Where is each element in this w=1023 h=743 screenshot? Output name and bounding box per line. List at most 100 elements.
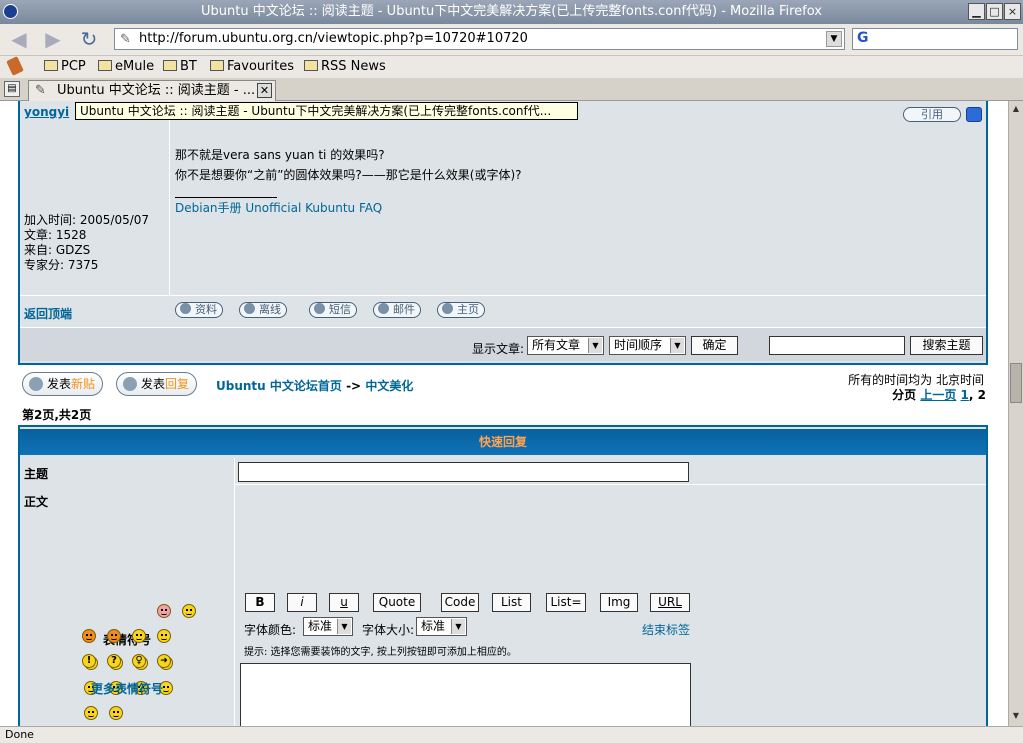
bookmark-folder-emule[interactable]: eMule (98, 59, 154, 75)
page-content: yongyi 加入时间: 2005/05/07 文章: 1528 来自: GDZ… (0, 101, 1008, 726)
code-tag-button[interactable]: Code (441, 593, 479, 612)
message-textarea[interactable] (240, 663, 691, 726)
rolleyes-icon[interactable] (132, 629, 146, 643)
author-from: 来自: GDZS (24, 243, 91, 257)
status-bar: Done (0, 726, 1023, 743)
bold-button[interactable]: B (245, 593, 275, 612)
url-text: http://forum.ubuntu.org.cn/viewtopic.php… (139, 31, 528, 46)
reload-icon[interactable]: ↻ (76, 28, 102, 52)
email-button[interactable]: 邮件 (373, 302, 421, 318)
new-tab-icon[interactable]: ▤ (4, 81, 20, 97)
post-body-column: 那不就是vera sans yuan ti 的效果吗? 你不是想要你“之前”的圆… (171, 101, 986, 295)
post-actions-row: 返回顶端 资料 离线 短信 邮件 主页 (20, 295, 986, 325)
tab-bar: ▤ ✎ Ubuntu 中文论坛 :: 阅读主题 - ... ✕ (0, 78, 1023, 101)
post-author[interactable]: yongyi (24, 105, 69, 119)
profile-button[interactable]: 资料 (175, 302, 223, 318)
breadcrumb-subforum-link[interactable]: 中文美化 (365, 379, 413, 393)
folder-icon (210, 60, 224, 71)
list-tag-button[interactable]: List (492, 593, 531, 612)
author-points: 专家分: 7375 (24, 258, 99, 272)
chevron-down-icon: ▼ (451, 619, 465, 634)
status-text: Done (5, 728, 34, 741)
idea-icon[interactable]: ♀ (132, 654, 146, 668)
post-author-column: yongyi 加入时间: 2005/05/07 文章: 1528 来自: GDZ… (20, 101, 170, 295)
url-tag-button[interactable]: URL (650, 593, 690, 612)
format-hint: 提示: 选择您需要装饰的文字, 按上列按钮即可添加上相应的。 (244, 647, 517, 658)
close-tags-link[interactable]: 结束标签 (642, 621, 690, 638)
back-to-top-link[interactable]: 返回顶端 (24, 305, 72, 322)
scroll-down-icon[interactable]: ▼ (1010, 709, 1022, 723)
tab-tooltip: Ubuntu 中文论坛 :: 阅读主题 - Ubuntu下中文完美解决方案(已上… (75, 102, 578, 120)
vertical-scrollbar[interactable]: ▲ ▼ (1008, 101, 1023, 726)
arrow-icon[interactable]: ➜ (157, 654, 171, 668)
page-1-link[interactable]: 1 (961, 388, 969, 402)
window-titlebar: Ubuntu 中文论坛 :: 阅读主题 - Ubuntu下中文完美解决方案(已上… (0, 0, 1023, 24)
edit-icon[interactable] (966, 107, 982, 122)
font-color-select[interactable]: 标准 ▼ (303, 617, 353, 636)
forward-arrow-icon[interactable]: ▶ (40, 28, 66, 52)
page-2-current: , 2 (968, 388, 986, 402)
evil-icon[interactable] (82, 629, 96, 643)
email-icon (378, 303, 389, 314)
reply-button[interactable]: 发表回复 (116, 372, 197, 396)
minimize-button[interactable]: ▁ (968, 3, 985, 20)
razz-icon[interactable] (109, 706, 123, 720)
sort-label: 显示文章: (472, 342, 525, 356)
font-color-label: 字体颜色: (244, 623, 297, 637)
wink-icon[interactable] (157, 629, 171, 643)
scroll-up-icon[interactable]: ▲ (1010, 102, 1022, 116)
homepage-button[interactable]: 主页 (437, 302, 485, 318)
order-select[interactable]: 时间顺序 ▼ (609, 336, 686, 355)
sort-ok-button[interactable]: 确定 (691, 336, 738, 355)
new-topic-button[interactable]: 发表新贴 (22, 372, 103, 396)
prev-page-link[interactable]: 上一页 (920, 388, 956, 402)
bookmark-manager-icon[interactable] (6, 56, 24, 76)
bookmark-folder-rss-news[interactable]: RSS News (304, 59, 386, 75)
profile-icon (180, 303, 191, 314)
subject-label: 主题 (24, 467, 49, 481)
mad-icon[interactable] (84, 706, 98, 720)
bookmark-folder-bt[interactable]: BT (163, 59, 197, 75)
img-tag-button[interactable]: Img (600, 593, 638, 612)
close-window-button[interactable]: × (1004, 3, 1021, 20)
pencil-icon (123, 377, 137, 391)
folder-icon (163, 60, 177, 71)
filter-select[interactable]: 所有文章 ▼ (527, 336, 604, 355)
post-line: 那不就是vera sans yuan ti 的效果吗? (175, 148, 385, 162)
pencil-icon (29, 377, 43, 391)
italic-button[interactable]: i (287, 593, 317, 612)
embarrassed-icon[interactable] (157, 604, 171, 618)
quote-tag-button[interactable]: Quote (373, 593, 421, 612)
google-icon[interactable]: G (857, 30, 869, 46)
quote-button[interactable]: 引用 (903, 107, 961, 122)
bookmark-folder-favourites[interactable]: Favourites (210, 59, 294, 75)
cry-icon[interactable] (182, 604, 196, 618)
url-bar[interactable]: ✎ http://forum.ubuntu.org.cn/viewtopic.p… (114, 28, 845, 50)
back-arrow-icon[interactable]: ◀ (6, 28, 32, 52)
tab-forum[interactable]: ✎ Ubuntu 中文论坛 :: 阅读主题 - ... ✕ (28, 80, 276, 101)
signature-links[interactable]: Debian手册 Unofficial Kubuntu FAQ (175, 200, 382, 216)
search-box[interactable]: G (852, 28, 1018, 50)
subject-input[interactable] (238, 462, 689, 482)
question-icon[interactable]: ? (107, 654, 121, 668)
font-size-select[interactable]: 标准 ▼ (416, 617, 467, 636)
quick-reply-header: 快速回复 (20, 429, 986, 455)
twisted-icon[interactable] (107, 629, 121, 643)
more-smilies-link[interactable]: 更多表情符号 (91, 680, 163, 697)
list-ordered-tag-button[interactable]: List= (546, 593, 586, 612)
scrollbar-thumb[interactable] (1010, 363, 1022, 403)
pm-button[interactable]: 短信 (309, 302, 357, 318)
search-topic-button[interactable]: 搜索主题 (910, 336, 983, 355)
search-topic-input[interactable] (769, 336, 905, 355)
breadcrumb-home-link[interactable]: Ubuntu 中文论坛首页 (216, 379, 342, 393)
maximize-button[interactable]: □ (986, 3, 1003, 20)
exclaim-icon[interactable]: ! (82, 654, 96, 668)
close-tab-icon[interactable]: ✕ (257, 83, 272, 98)
bookmarks-toolbar: PCP eMule BT Favourites RSS News (0, 56, 1023, 78)
pm-icon (314, 303, 325, 314)
window-title: Ubuntu 中文论坛 :: 阅读主题 - Ubuntu下中文完美解决方案(已上… (200, 4, 823, 19)
offline-button[interactable]: 离线 (239, 302, 287, 318)
url-dropdown-icon[interactable]: ▼ (826, 31, 842, 47)
bookmark-folder-pcp[interactable]: PCP (44, 59, 86, 75)
underline-button[interactable]: u (329, 593, 359, 612)
